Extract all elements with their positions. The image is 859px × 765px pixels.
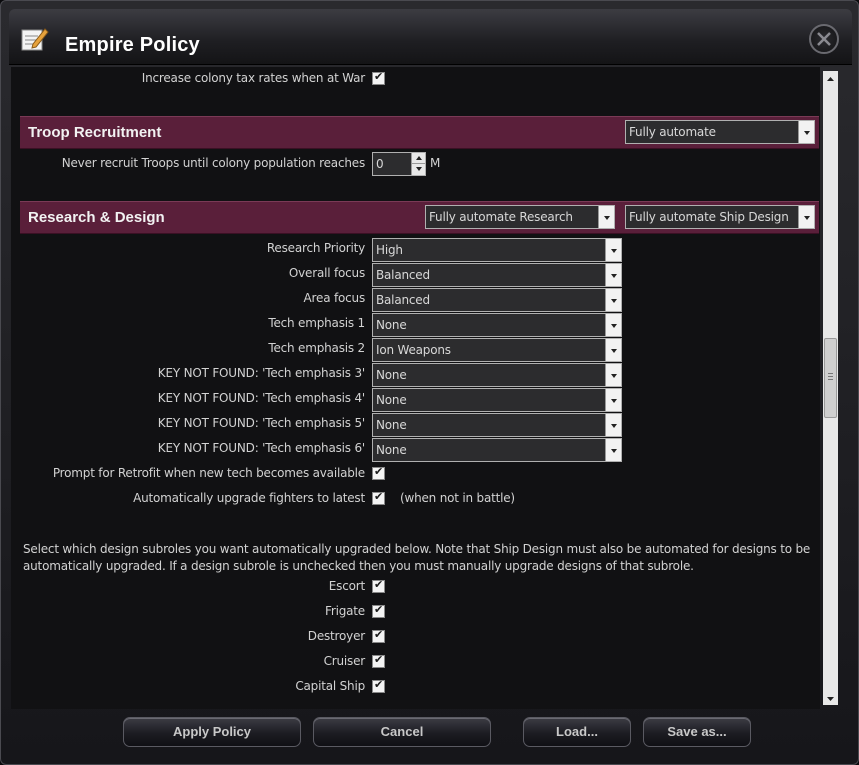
- ship-design-mode-value: Fully automate Ship Design: [629, 210, 789, 224]
- tech-emphasis-3-value: None: [376, 368, 407, 382]
- research-priority-dropdown[interactable]: High: [372, 238, 622, 262]
- ship-design-mode-dropdown[interactable]: Fully automate Ship Design: [625, 205, 815, 229]
- troop-mode-value: Fully automate: [629, 125, 716, 139]
- chevron-down-icon[interactable]: [798, 121, 814, 143]
- chevron-down-icon[interactable]: [605, 264, 621, 286]
- troop-pop-value[interactable]: 0: [376, 157, 384, 171]
- subrole-cruiser-label: Cruiser: [323, 654, 366, 668]
- vertical-scrollbar[interactable]: [823, 71, 838, 705]
- tech-emphasis-6-value: None: [376, 443, 407, 457]
- troop-pop-stepper[interactable]: 0: [372, 152, 426, 176]
- chevron-down-icon[interactable]: [605, 314, 621, 336]
- research-priority-label: Research Priority: [266, 241, 365, 255]
- notepad-pencil-icon: [21, 26, 49, 52]
- troop-pop-unit: M: [430, 156, 441, 170]
- overall-focus-label: Overall focus: [288, 266, 365, 280]
- close-icon: [817, 32, 831, 46]
- tech-emphasis-4-dropdown[interactable]: None: [372, 388, 622, 412]
- close-button[interactable]: [809, 24, 839, 54]
- save-as-button[interactable]: Save as...: [643, 717, 751, 747]
- tech-emphasis-5-label: KEY NOT FOUND: 'Tech emphasis 5': [157, 416, 365, 430]
- troop-pop-label: Never recruit Troops until colony popula…: [61, 156, 365, 170]
- tech-emphasis-4-value: None: [376, 393, 407, 407]
- area-focus-dropdown[interactable]: Balanced: [372, 288, 622, 312]
- tech-emphasis-5-dropdown[interactable]: None: [372, 413, 622, 437]
- subrole-capital-ship-label: Capital Ship: [295, 679, 365, 693]
- scroll-thumb[interactable]: [824, 338, 837, 418]
- tech-emphasis-4-label: KEY NOT FOUND: 'Tech emphasis 4': [157, 391, 365, 405]
- research-priority-value: High: [376, 243, 403, 257]
- tech-emphasis-1-label: Tech emphasis 1: [268, 316, 365, 330]
- tech-emphasis-1-value: None: [376, 318, 407, 332]
- retrofit-checkbox[interactable]: [372, 465, 385, 480]
- troop-recruitment-title: Troop Recruitment: [28, 124, 162, 141]
- subrole-frigate-checkbox[interactable]: [372, 603, 385, 618]
- title-bar: Empire Policy: [9, 9, 852, 65]
- chevron-down-icon[interactable]: [605, 389, 621, 411]
- subrole-destroyer-checkbox[interactable]: [372, 628, 385, 643]
- fighters-note: (when not in battle): [400, 491, 515, 505]
- chevron-down-icon[interactable]: [605, 239, 621, 261]
- subrole-escort-label: Escort: [328, 579, 365, 593]
- area-focus-value: Balanced: [376, 293, 430, 307]
- tech-emphasis-3-label: KEY NOT FOUND: 'Tech emphasis 3': [157, 366, 365, 380]
- research-mode-dropdown[interactable]: Fully automate Research: [425, 205, 615, 229]
- chevron-down-icon[interactable]: [605, 339, 621, 361]
- stepper-up-icon[interactable]: [411, 153, 425, 164]
- overall-focus-value: Balanced: [376, 268, 430, 282]
- apply-policy-button[interactable]: Apply Policy: [123, 717, 301, 747]
- scroll-down-icon[interactable]: [823, 691, 838, 705]
- scroll-up-icon[interactable]: [823, 71, 838, 85]
- research-mode-value: Fully automate Research: [429, 210, 573, 224]
- overall-focus-dropdown[interactable]: Balanced: [372, 263, 622, 287]
- troop-mode-dropdown[interactable]: Fully automate: [625, 120, 815, 144]
- subrole-destroyer-label: Destroyer: [307, 629, 365, 643]
- chevron-down-icon[interactable]: [605, 439, 621, 461]
- grip-icon: [828, 373, 833, 380]
- tech-emphasis-2-label: Tech emphasis 2: [268, 341, 365, 355]
- tech-emphasis-2-value: Ion Weapons: [376, 343, 451, 357]
- tech-emphasis-2-dropdown[interactable]: Ion Weapons: [372, 338, 622, 362]
- chevron-down-icon[interactable]: [605, 364, 621, 386]
- research-design-title: Research & Design: [28, 209, 165, 226]
- tech-emphasis-6-label: KEY NOT FOUND: 'Tech emphasis 6': [157, 441, 365, 455]
- subrole-capital-ship-checkbox[interactable]: [372, 678, 385, 693]
- window-title: Empire Policy: [65, 34, 200, 56]
- area-focus-label: Area focus: [303, 291, 366, 305]
- fighters-checkbox[interactable]: [372, 490, 385, 505]
- cancel-button[interactable]: Cancel: [313, 717, 491, 747]
- tech-emphasis-6-dropdown[interactable]: None: [372, 438, 622, 462]
- fighters-label: Automatically upgrade fighters to latest: [133, 491, 365, 505]
- tech-emphasis-1-dropdown[interactable]: None: [372, 313, 622, 337]
- chevron-down-icon[interactable]: [798, 206, 814, 228]
- chevron-down-icon[interactable]: [605, 414, 621, 436]
- subroles-description: Select which design subroles you want au…: [23, 542, 811, 573]
- chevron-down-icon[interactable]: [605, 289, 621, 311]
- empire-policy-window: Empire Policy Increase colony tax rates …: [0, 0, 859, 765]
- stepper-down-icon[interactable]: [411, 164, 425, 175]
- subrole-cruiser-checkbox[interactable]: [372, 653, 385, 668]
- chevron-down-icon[interactable]: [598, 206, 614, 228]
- tech-emphasis-5-value: None: [376, 418, 407, 432]
- subrole-escort-checkbox[interactable]: [372, 578, 385, 593]
- retrofit-label: Prompt for Retrofit when new tech become…: [52, 466, 365, 480]
- tech-emphasis-3-dropdown[interactable]: None: [372, 363, 622, 387]
- load-button[interactable]: Load...: [523, 717, 631, 747]
- subrole-frigate-label: Frigate: [325, 604, 365, 618]
- tax-war-label: Increase colony tax rates when at War: [141, 71, 365, 85]
- tax-war-checkbox[interactable]: [372, 70, 385, 85]
